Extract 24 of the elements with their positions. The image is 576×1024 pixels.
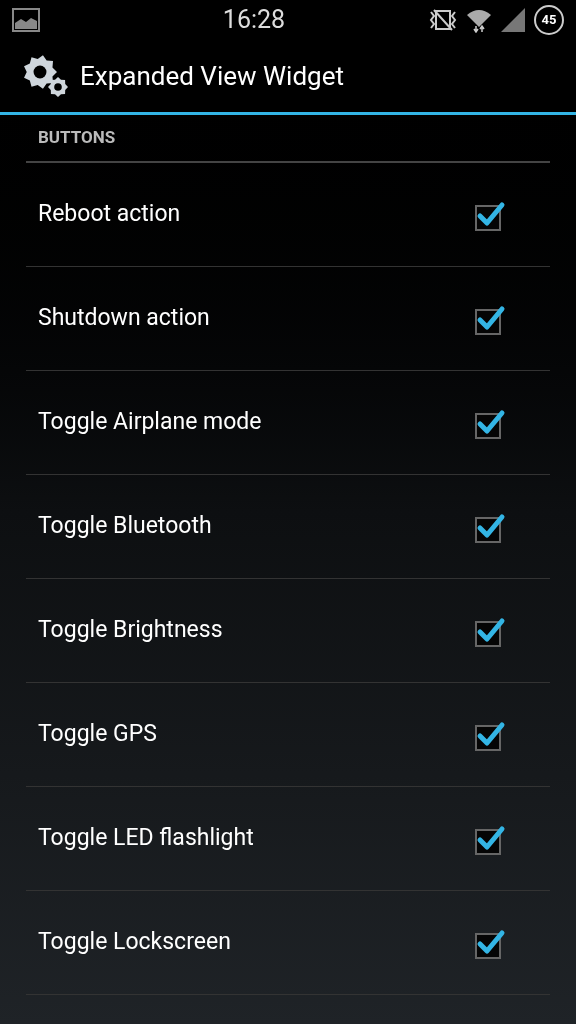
signal-icon xyxy=(500,7,526,33)
preference-row[interactable]: Toggle Airplane mode xyxy=(26,371,550,475)
vibrate-icon xyxy=(428,8,458,32)
preference-label: Toggle Lockscreen xyxy=(38,927,232,958)
preference-row[interactable]: Shutdown action xyxy=(26,267,550,371)
preference-row[interactable]: Toggle Bluetooth xyxy=(26,475,550,579)
preference-label: Reboot action xyxy=(38,199,182,230)
preference-row[interactable]: Reboot action xyxy=(26,163,550,267)
battery-indicator: 45 xyxy=(534,5,564,35)
preference-row[interactable]: Toggle Lockscreen xyxy=(26,891,550,995)
preference-row[interactable]: Toggle GPS xyxy=(26,683,550,787)
status-time: 16:28 xyxy=(221,4,287,37)
preference-row[interactable]: Toggle Brightness xyxy=(26,579,550,683)
preference-label: Toggle LED flashlight xyxy=(38,823,255,854)
preference-label: Shutdown action xyxy=(38,303,211,334)
preference-label: Toggle Airplane mode xyxy=(38,407,263,438)
wifi-icon xyxy=(466,7,492,33)
preference-row[interactable]: Toggle LED flashlight xyxy=(26,787,550,891)
preference-label: Toggle Bluetooth xyxy=(38,511,213,542)
image-icon xyxy=(12,8,40,32)
section-header: BUTTONS xyxy=(38,126,116,150)
preference-label: Toggle Brightness xyxy=(38,615,224,646)
app-title: Expanded View Widget xyxy=(80,59,344,93)
preference-label: Toggle GPS xyxy=(38,719,158,750)
